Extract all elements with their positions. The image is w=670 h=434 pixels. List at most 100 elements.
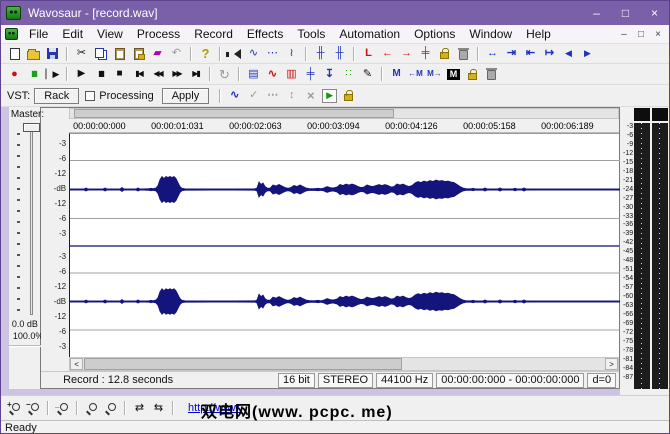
top-scrollbar-thumb[interactable]: [74, 109, 395, 118]
mdi-minimize-button[interactable]: –: [617, 28, 631, 41]
menu-item-tools[interactable]: Tools: [290, 26, 332, 42]
loop-end-button[interactable]: →: [397, 45, 416, 62]
fit-horizontal-button[interactable]: ⇄: [130, 400, 149, 417]
menu-item-process[interactable]: Process: [130, 26, 187, 42]
vst-play-button[interactable]: ▶: [320, 87, 339, 104]
paste-button[interactable]: [110, 45, 129, 62]
undo-button[interactable]: ↶: [167, 45, 186, 62]
separator: [238, 67, 240, 81]
corner: [41, 119, 70, 133]
channel-comb-right-button[interactable]: ╫: [330, 45, 349, 62]
go-to-start-button[interactable]: ▮◀: [129, 66, 148, 83]
loop-markers-button[interactable]: ╪: [416, 45, 435, 62]
vst-rack-button[interactable]: Rack: [34, 87, 80, 104]
loop-playback-button[interactable]: ↻: [215, 66, 234, 83]
zoom-fit-button[interactable]: ↦: [540, 45, 559, 62]
fast-forward-button[interactable]: ▶▶: [167, 66, 186, 83]
loop-point-button[interactable]: L: [359, 45, 378, 62]
mdi-restore-button[interactable]: □: [634, 28, 648, 41]
vst-confirm-button[interactable]: ✓: [244, 87, 263, 104]
record-button[interactable]: ●: [5, 66, 24, 83]
menu-item-automation[interactable]: Automation: [332, 26, 407, 42]
menu-item-effects[interactable]: Effects: [240, 26, 290, 42]
menu-item-view[interactable]: View: [90, 26, 130, 42]
menu-item-file[interactable]: File: [22, 26, 55, 42]
waveform-display[interactable]: [69, 133, 621, 357]
close-button[interactable]: ×: [640, 1, 669, 25]
rewind-button[interactable]: ◀◀: [148, 66, 167, 83]
play-button[interactable]: ▶: [72, 66, 91, 83]
vst-lock-button[interactable]: [339, 87, 358, 104]
zoom-selection-button[interactable]: _: [53, 400, 72, 417]
minimize-button[interactable]: –: [582, 1, 611, 25]
zoom-in-selection-button[interactable]: ⇥: [502, 45, 521, 62]
zoom-all-button[interactable]: ↔: [483, 45, 502, 62]
scroll-right-arrow[interactable]: >: [605, 358, 619, 370]
help-button[interactable]: ?: [196, 45, 215, 62]
pause-button[interactable]: ▮▮: [91, 66, 110, 83]
waveform-channel-left[interactable]: [70, 134, 621, 245]
channel-comb-left-button[interactable]: ╫: [311, 45, 330, 62]
kick-detect-button[interactable]: ∷: [339, 66, 358, 83]
vst-envelope-button[interactable]: ∿: [225, 87, 244, 104]
view-previous-button[interactable]: ◀: [559, 45, 578, 62]
vst-updown-button[interactable]: ↕: [282, 87, 301, 104]
maximize-button[interactable]: □: [611, 1, 640, 25]
copy-button[interactable]: [91, 45, 110, 62]
marker-current-button[interactable]: M: [444, 66, 463, 83]
save-file-button[interactable]: [43, 45, 62, 62]
menu-item-window[interactable]: Window: [462, 26, 519, 42]
play-from-cursor-button[interactable]: ▏▶: [43, 66, 62, 83]
zoom-vertical-out-button[interactable]: [101, 400, 120, 417]
menu-item-record[interactable]: Record: [187, 26, 240, 42]
paste-special-button[interactable]: [129, 45, 148, 62]
menu-item-options[interactable]: Options: [407, 26, 462, 42]
marker-previous-button[interactable]: ←M: [406, 66, 425, 83]
record-pause-button[interactable]: ▮▮: [24, 66, 43, 83]
document-icon[interactable]: [5, 28, 18, 40]
zoom-vertical-in-button[interactable]: [82, 400, 101, 417]
bottom-scrollbar[interactable]: < >: [69, 357, 620, 371]
interpolate-button[interactable]: ≀: [282, 45, 301, 62]
speaker-button[interactable]: [225, 45, 244, 62]
wave-document-button[interactable]: ▤: [244, 66, 263, 83]
zoom-out-button[interactable]: −: [24, 400, 43, 417]
marker-lock-button[interactable]: [463, 66, 482, 83]
master-fader[interactable]: [13, 123, 40, 319]
crop-button[interactable]: ▰: [148, 45, 167, 62]
top-scrollbar[interactable]: [69, 108, 620, 119]
waveform-channel-right[interactable]: [70, 245, 621, 356]
processing-checkbox[interactable]: [85, 90, 96, 101]
envelope-point-button[interactable]: ∿: [244, 45, 263, 62]
open-file-button[interactable]: [24, 45, 43, 62]
go-to-end-button[interactable]: ▶▮: [186, 66, 205, 83]
cut-button[interactable]: ✂: [72, 45, 91, 62]
resample-button[interactable]: ╪: [301, 66, 320, 83]
insert-wave-button[interactable]: ↧: [320, 66, 339, 83]
bottom-scrollbar-thumb[interactable]: [84, 358, 403, 370]
menu-item-help[interactable]: Help: [519, 26, 558, 42]
loop-start-button[interactable]: ←: [378, 45, 397, 62]
stop-button[interactable]: ■: [110, 66, 129, 83]
new-file-button[interactable]: [5, 45, 24, 62]
marker-add-button[interactable]: M: [387, 66, 406, 83]
menu-item-edit[interactable]: Edit: [55, 26, 90, 42]
zoom-in-button[interactable]: +: [5, 400, 24, 417]
fit-selection-button[interactable]: ⇆: [149, 400, 168, 417]
marker-next-button[interactable]: M→: [425, 66, 444, 83]
copy-to-new-button[interactable]: ▥: [282, 66, 301, 83]
vst-params-button[interactable]: ⋯: [263, 87, 282, 104]
vst-apply-button[interactable]: Apply: [161, 87, 210, 104]
scroll-left-arrow[interactable]: <: [70, 358, 84, 370]
loop-lock-button[interactable]: [435, 45, 454, 62]
fader-handle[interactable]: [22, 123, 40, 132]
statistics-button[interactable]: ∿: [263, 66, 282, 83]
marker-delete-button[interactable]: [482, 66, 501, 83]
view-next-button[interactable]: ▶: [578, 45, 597, 62]
mdi-close-button[interactable]: ×: [651, 28, 665, 41]
loop-delete-button[interactable]: [454, 45, 473, 62]
vst-close-button[interactable]: ×: [301, 87, 320, 104]
zoom-out-selection-button[interactable]: ⇤: [521, 45, 540, 62]
envelope-points-button[interactable]: ⋯: [263, 45, 282, 62]
pencil-tool-button[interactable]: ✎: [358, 66, 377, 83]
